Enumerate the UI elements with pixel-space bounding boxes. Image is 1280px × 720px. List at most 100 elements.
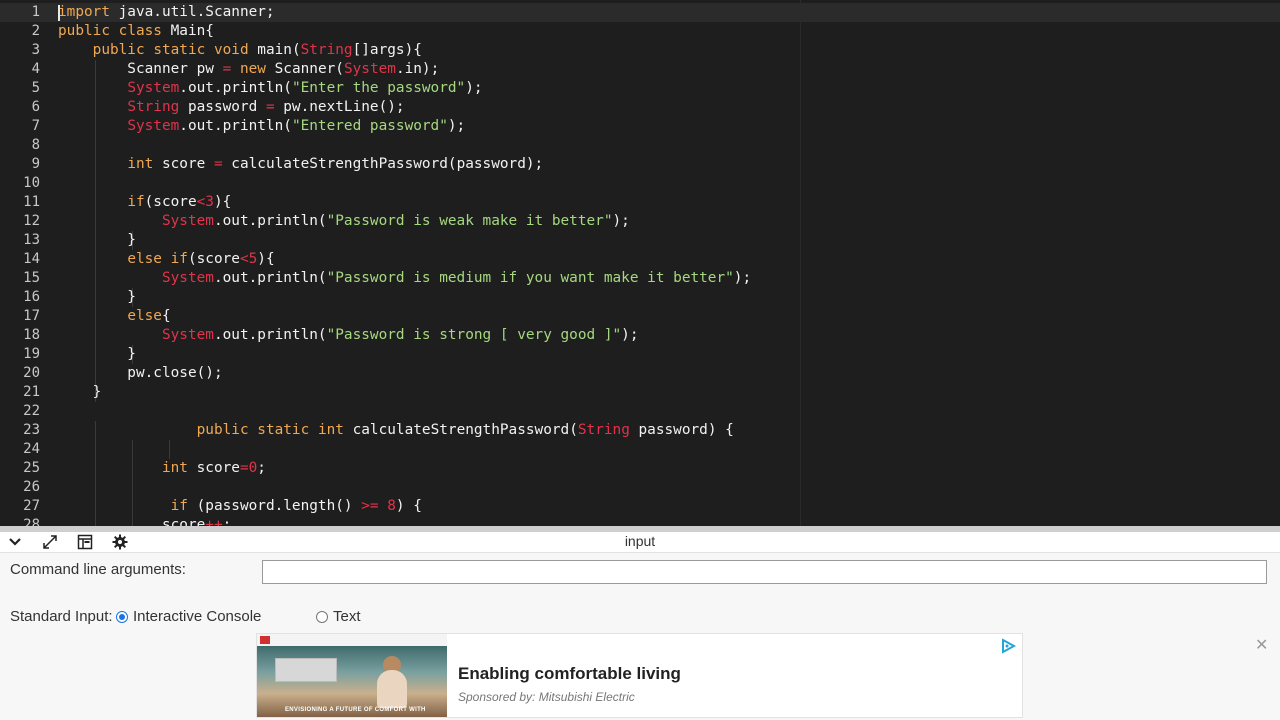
code-line[interactable]: 15 System.out.println("Password is mediu… [0, 269, 1280, 288]
code-line[interactable]: 26 [0, 478, 1280, 497]
code-text[interactable]: else if(score<5){ [58, 250, 274, 269]
code-token: .out.println( [213, 270, 327, 286]
code-line[interactable]: 12 System.out.println("Password is weak … [0, 212, 1280, 231]
adchoices-icon[interactable] [1000, 638, 1017, 654]
code-text[interactable]: String password = pw.nextLine(); [58, 98, 404, 117]
code-token: Scanner( [265, 61, 344, 77]
code-text[interactable]: System.out.println("Entered password"); [58, 117, 465, 136]
code-text[interactable]: } [58, 288, 136, 307]
code-token: ); [621, 327, 639, 343]
code-text[interactable]: System.out.println("Enter the password")… [58, 79, 482, 98]
code-text[interactable]: public static int calculateStrengthPassw… [58, 421, 734, 440]
code-line[interactable]: 22 [0, 402, 1280, 421]
code-token: calculateStrengthPassword( [343, 422, 578, 438]
code-token: public [92, 42, 145, 58]
code-text[interactable]: score++; [58, 516, 231, 526]
input-panel: input Command line arguments: Standard I… [0, 532, 1280, 720]
code-token: .in); [395, 61, 440, 77]
code-token: } [58, 346, 136, 362]
code-line[interactable]: 3 public static void main(String[]args){ [0, 41, 1280, 60]
code-line[interactable]: 11 if(score<3){ [0, 193, 1280, 212]
code-token: (password.length() [187, 498, 362, 514]
code-line[interactable]: 1 import java.util.Scanner; [0, 3, 1280, 22]
code-token: score [187, 460, 240, 476]
ad-image[interactable]: ENVISIONING A FUTURE OF COMFORT WITH [257, 634, 447, 717]
code-token: Scanner pw [58, 61, 223, 77]
code-text[interactable]: public class Main{ [58, 22, 214, 41]
code-line[interactable]: 24 [0, 440, 1280, 459]
code-line[interactable]: 21 } [0, 383, 1280, 402]
code-line[interactable]: 27 if (password.length() >= 8) { [0, 497, 1280, 516]
code-editor[interactable]: 1 import java.util.Scanner; 2 public class … [0, 0, 1280, 526]
code-text[interactable]: } [58, 231, 136, 250]
code-line[interactable]: 16 } [0, 288, 1280, 307]
brand-logo-icon [260, 636, 270, 644]
code-token: java.util.Scanner; [109, 4, 275, 20]
code-line[interactable]: 6 String password = pw.nextLine(); [0, 98, 1280, 117]
code-text[interactable]: System.out.println("Password is weak mak… [58, 212, 630, 231]
code-line[interactable]: 8 [0, 136, 1280, 155]
ad-banner[interactable]: ENVISIONING A FUTURE OF COMFORT WITH Ena… [256, 633, 1023, 718]
line-number: 18 [23, 327, 40, 343]
code-line[interactable]: 5 System.out.println("Enter the password… [0, 79, 1280, 98]
ad-title[interactable]: Enabling comfortable living [458, 664, 681, 684]
code-token: 8 [387, 498, 396, 514]
cmd-args-label: Command line arguments: [10, 561, 186, 578]
code-text[interactable]: int score=0; [58, 459, 266, 478]
code-line[interactable]: 7 System.out.println("Entered password")… [0, 117, 1280, 136]
code-token: System [343, 61, 396, 77]
code-text[interactable]: } [58, 345, 136, 364]
code-token: score [58, 517, 206, 526]
radio-label-text: Text [333, 608, 361, 625]
code-line[interactable]: 23 public static int calculateStrengthPa… [0, 421, 1280, 440]
code-line[interactable]: 28 score++; [0, 516, 1280, 526]
code-text[interactable]: int score = calculateStrengthPassword(pa… [58, 155, 543, 174]
code-line[interactable]: 9 int score = calculateStrengthPassword(… [0, 155, 1280, 174]
code-token: calculateStrengthPassword(password); [222, 156, 544, 172]
line-number: 16 [23, 289, 40, 305]
code-line[interactable]: 18 System.out.println("Password is stron… [0, 326, 1280, 345]
code-text[interactable]: import java.util.Scanner; [58, 3, 275, 22]
close-icon[interactable]: ✕ [1255, 635, 1268, 655]
cmd-args-input[interactable] [262, 560, 1267, 584]
code-line[interactable]: 19 } [0, 345, 1280, 364]
code-text[interactable]: public static void main(String[]args){ [58, 41, 422, 60]
code-text[interactable]: System.out.println("Password is medium i… [58, 269, 751, 288]
radio-interactive-console[interactable]: Interactive Console [116, 608, 261, 625]
code-line[interactable]: 25 int score=0; [0, 459, 1280, 478]
radio-text[interactable]: Text [316, 608, 361, 625]
line-number: 9 [31, 156, 40, 172]
code-text[interactable]: pw.close(); [58, 364, 222, 383]
code-text[interactable]: System.out.println("Password is strong [… [58, 326, 639, 345]
code-line[interactable]: 17 else{ [0, 307, 1280, 326]
line-number: 8 [31, 137, 40, 153]
code-line[interactable]: 20 pw.close(); [0, 364, 1280, 383]
code-line[interactable]: 2 public class Main{ [0, 22, 1280, 41]
code-token: static [153, 42, 206, 58]
code-token: import [58, 4, 110, 20]
code-text[interactable]: if(score<3){ [58, 193, 231, 212]
code-line[interactable]: 14 else if(score<5){ [0, 250, 1280, 269]
line-number: 20 [23, 365, 40, 381]
code-text[interactable]: } [58, 383, 102, 402]
line-number: 15 [23, 270, 40, 286]
code-token: ); [612, 213, 630, 229]
code-line[interactable]: 4 Scanner pw = new Scanner(System.in); [0, 60, 1280, 79]
radio-dot-selected[interactable] [116, 610, 128, 623]
code-text[interactable]: if (password.length() >= 8) { [58, 497, 422, 516]
line-number: 27 [23, 498, 40, 514]
code-line[interactable]: 13 } [0, 231, 1280, 250]
code-token: ) { [395, 498, 422, 514]
code-token: ++ [205, 517, 223, 526]
code-token: score [153, 156, 214, 172]
code-text[interactable]: else{ [58, 307, 170, 326]
code-token: < [196, 194, 206, 210]
code-line[interactable]: 10 [0, 174, 1280, 193]
radio-dot[interactable] [316, 610, 328, 623]
code-text[interactable]: Scanner pw = new Scanner(System.in); [58, 60, 439, 79]
